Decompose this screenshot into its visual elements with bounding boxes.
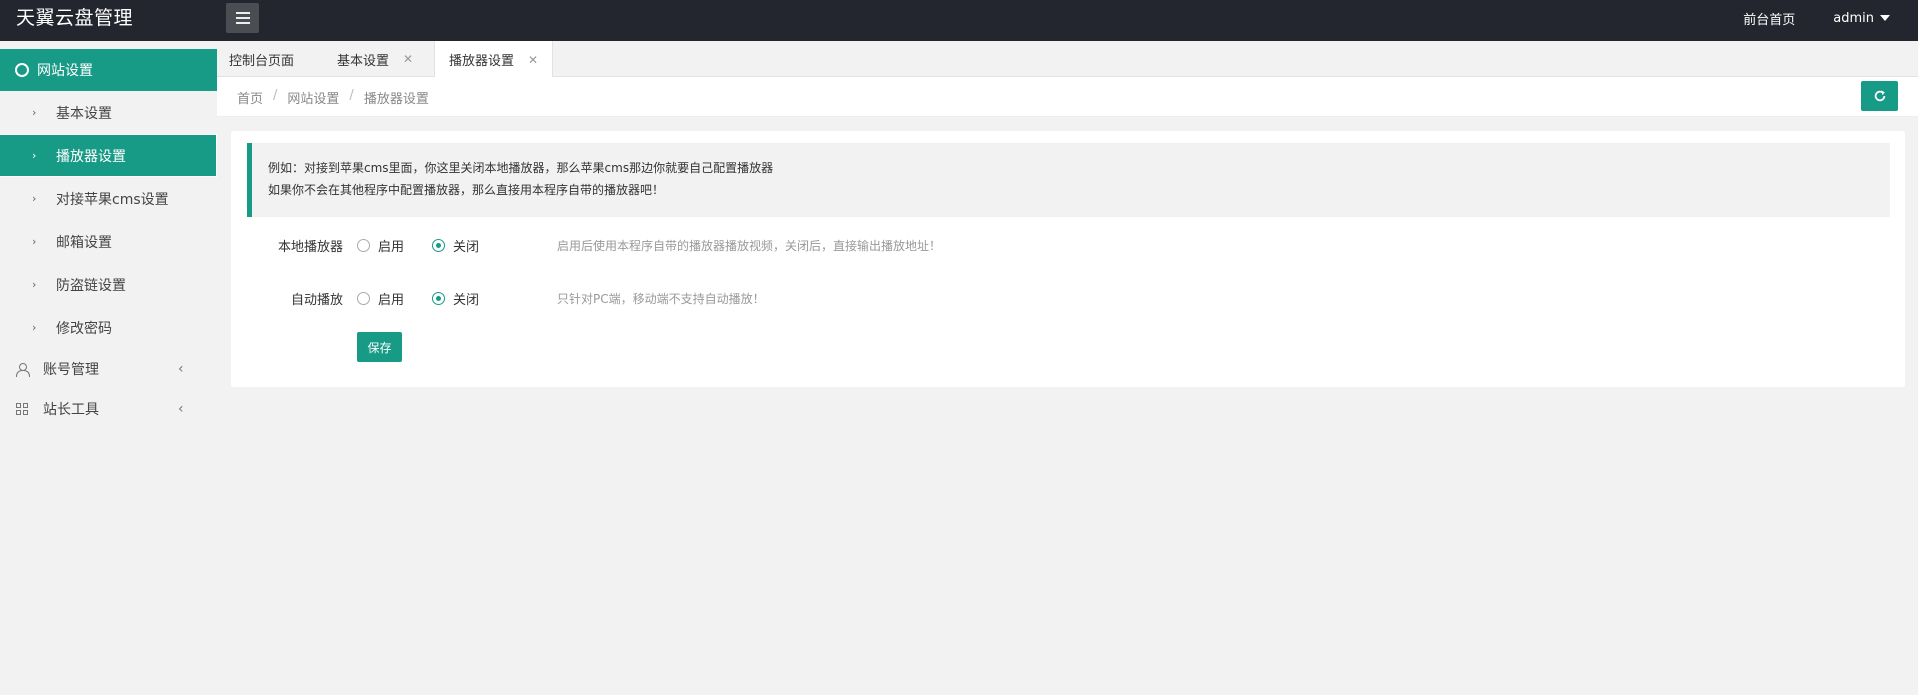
sidebar-item-label: 播放器设置 <box>56 148 126 165</box>
chevron-left-icon: ‹ <box>178 361 184 377</box>
radio-autoplay-on[interactable]: 启用 <box>357 289 404 308</box>
radio-autoplay-off[interactable]: 关闭 <box>432 289 479 308</box>
tab-label: 播放器设置 <box>449 54 515 69</box>
radio-circle <box>357 238 370 252</box>
breadcrumb-current: 播放器设置 <box>363 92 429 107</box>
breadcrumb-separator: / <box>349 88 354 103</box>
sidebar-group-site-settings[interactable]: 网站设置 <box>0 49 217 91</box>
radio-label: 关闭 <box>453 292 480 308</box>
breadcrumb-site-settings[interactable]: 网站设置 <box>287 88 339 107</box>
sidebar-item-label: 防盗链设置 <box>56 277 126 294</box>
breadcrumb-bar: 首页 / 网站设置 / 播放器设置 <box>217 77 1918 117</box>
grid-icon <box>15 402 29 416</box>
tab-player-settings[interactable]: 播放器设置 ✕ <box>434 41 554 78</box>
form-row-autoplay: 自动播放 启用 关闭 只针对PC端，移动端不支持自动播放！ <box>231 286 1905 310</box>
sidebar-item-player-settings[interactable]: › 播放器设置 <box>0 134 217 177</box>
sidebar-group-label: 网站设置 <box>37 63 93 79</box>
sidebar-group-label: 站长工具 <box>43 402 99 418</box>
settings-card: 例如：对接到苹果cms里面，你这里关闭本地播放器，那么苹果cms那边你就要自己配… <box>231 131 1905 387</box>
breadcrumb-home[interactable]: 首页 <box>237 88 263 107</box>
field-label: 自动播放 <box>290 292 343 308</box>
sidebar-item-basic-settings[interactable]: › 基本设置 <box>0 91 217 134</box>
chevron-right-icon: › <box>32 106 37 119</box>
sidebar-item-hotlink-settings[interactable]: › 防盗链设置 <box>0 263 217 306</box>
user-name: admin <box>1833 10 1874 26</box>
radio-circle-checked <box>432 291 446 305</box>
notice-line: 如果你不会在其他程序中配置播放器，那么直接用本程序自带的播放器吧！ <box>268 183 665 197</box>
sidebar-item-email-settings[interactable]: › 邮箱设置 <box>0 220 217 263</box>
caret-down-icon <box>1880 15 1890 21</box>
radio-label: 关闭 <box>453 239 480 255</box>
sidebar: 网站设置 › 基本设置 › 播放器设置 › 对接苹果cms设置 › 邮箱设置 ›… <box>0 41 217 695</box>
breadcrumb-separator: / <box>273 88 278 103</box>
menu-toggle-button[interactable] <box>226 3 259 33</box>
hamburger-icon <box>235 11 250 26</box>
notice-box: 例如：对接到苹果cms里面，你这里关闭本地播放器，那么苹果cms那边你就要自己配… <box>247 143 1890 217</box>
tab-label: 控制台页面 <box>229 53 295 69</box>
sidebar-group-account[interactable]: 账号管理 ‹ <box>0 349 217 389</box>
close-icon[interactable]: ✕ <box>403 52 413 66</box>
tab-console[interactable]: 控制台页面 <box>229 41 294 77</box>
radio-local-player-off[interactable]: 关闭 <box>432 236 479 255</box>
radio-circle <box>357 291 370 305</box>
radio-local-player-on[interactable]: 启用 <box>357 236 404 255</box>
chevron-right-icon: › <box>32 278 37 291</box>
tab-label: 基本设置 <box>337 53 390 69</box>
sidebar-item-change-password[interactable]: › 修改密码 <box>0 306 217 349</box>
notice-line: 例如：对接到苹果cms里面，你这里关闭本地播放器，那么苹果cms那边你就要自己配… <box>268 161 774 175</box>
sidebar-item-applecms-settings[interactable]: › 对接苹果cms设置 <box>0 177 217 220</box>
radio-label: 启用 <box>378 292 405 308</box>
user-menu[interactable]: admin <box>1833 11 1890 26</box>
sidebar-item-label: 对接苹果cms设置 <box>56 191 169 208</box>
sidebar-item-label: 邮箱设置 <box>56 234 112 251</box>
refresh-icon <box>1874 90 1885 102</box>
gear-icon <box>15 63 29 77</box>
user-icon <box>15 362 30 377</box>
field-label: 本地播放器 <box>277 239 343 255</box>
breadcrumb: 首页 / 网站设置 / 播放器设置 <box>237 88 429 107</box>
chevron-left-icon: ‹ <box>178 401 184 417</box>
refresh-button[interactable] <box>1861 81 1898 111</box>
radio-group-autoplay: 启用 关闭 <box>357 289 479 308</box>
field-hint: 启用后使用本程序自带的播放器播放视频，关闭后，直接输出播放地址！ <box>557 238 942 253</box>
header-right: 前台首页 admin <box>1743 0 1890 36</box>
tab-bar: 控制台页面 基本设置 ✕ 播放器设置 ✕ <box>217 41 1918 78</box>
sidebar-group-webmaster-tools[interactable]: 站长工具 ‹ <box>0 389 217 429</box>
tab-basic-settings[interactable]: 基本设置 ✕ <box>337 41 413 77</box>
frontpage-link[interactable]: 前台首页 <box>1743 9 1795 28</box>
top-header: 天翼云盘管理 前台首页 admin <box>0 0 1918 41</box>
app-title: 天翼云盘管理 <box>16 7 134 29</box>
chevron-right-icon: › <box>32 149 37 162</box>
chevron-right-icon: › <box>32 192 37 205</box>
radio-group-local-player: 启用 关闭 <box>357 236 479 255</box>
sidebar-group-label: 账号管理 <box>43 362 99 378</box>
form-row-local-player: 本地播放器 启用 关闭 启用后使用本程序自带的播放器播放视频，关闭后，直接输出播… <box>231 233 1905 257</box>
radio-label: 启用 <box>378 239 405 255</box>
close-icon[interactable]: ✕ <box>528 53 538 67</box>
sidebar-item-label: 基本设置 <box>56 105 112 122</box>
save-button[interactable]: 保存 <box>357 332 402 362</box>
radio-circle-checked <box>432 238 446 252</box>
field-hint: 只针对PC端，移动端不支持自动播放！ <box>557 291 765 306</box>
chevron-right-icon: › <box>32 321 37 334</box>
sidebar-item-label: 修改密码 <box>56 320 112 337</box>
chevron-right-icon: › <box>32 235 37 248</box>
